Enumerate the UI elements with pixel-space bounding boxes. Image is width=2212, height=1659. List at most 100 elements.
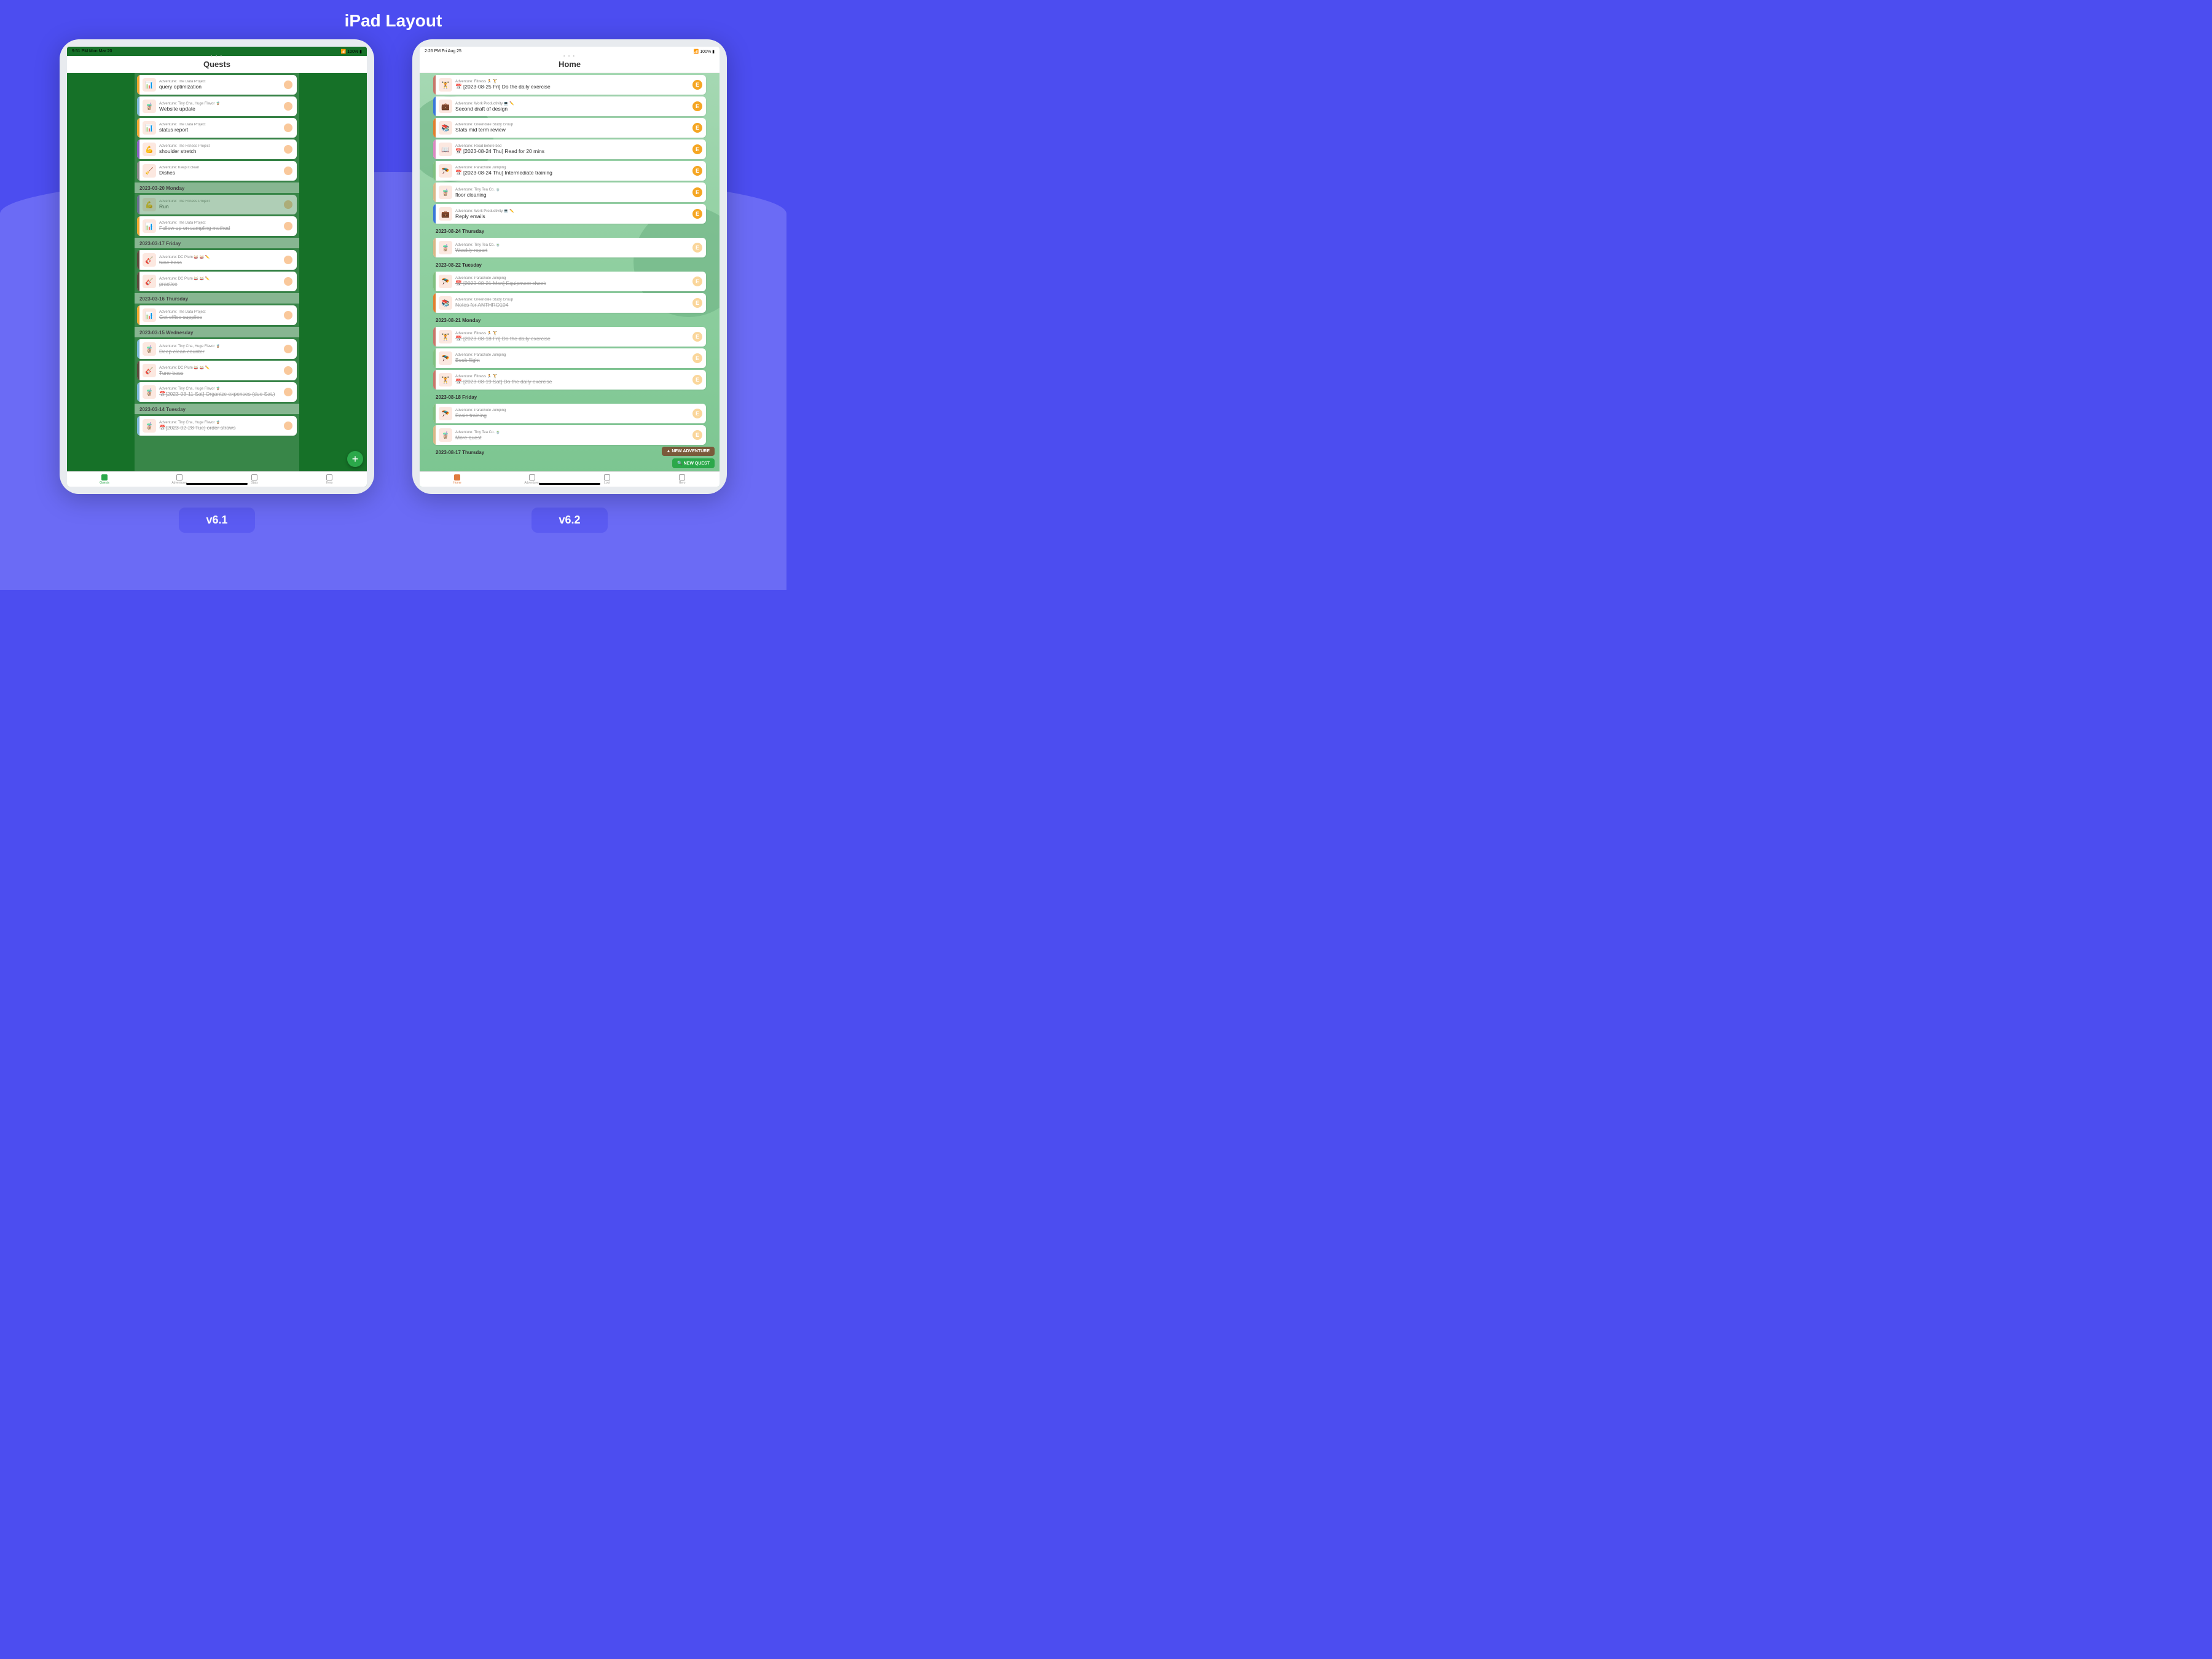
quest-title: 📅 [2023-08-24 Thu] Intermediate training [455,170,692,176]
quest-title: Weekly report [455,247,692,253]
tab-icon [679,474,685,480]
quest-row[interactable]: 🎸Adventure: DC Plum 🥁 🥁 ✏️Tune bass [137,361,297,380]
avatar-icon [283,344,293,354]
date-section-header: 2023-08-21 Monday [431,315,708,325]
quest-icon: 🏋️ [439,78,452,92]
category-stripe [137,161,139,181]
adventure-label: Adventure: Tiny Tea Co. 🍵 [455,187,692,192]
quest-text: Adventure: Tiny Cha, Huge Flavor 🧋Websit… [159,101,283,112]
category-stripe [433,161,436,181]
quest-row[interactable]: 🪂Adventure: Parachute Jumping📅 [2023-08-… [433,161,706,181]
category-stripe [137,250,139,270]
quest-row[interactable]: 🎸Adventure: DC Plum 🥁 🥁 ✏️practice [137,272,297,291]
quest-text: Adventure: Tiny Cha, Huge Flavor 🧋📅[2023… [159,420,283,431]
quest-row[interactable]: 📊Adventure: The Data Projectstatus repor… [137,118,297,138]
quest-row[interactable]: 🧹Adventure: Keep it cleanDishes [137,161,297,181]
quest-row[interactable]: 📚Adventure: Greendale Study GroupStats m… [433,118,706,138]
quest-icon: 🧹 [143,164,156,178]
quest-text: Adventure: Parachute Jumping📅 [2023-08-2… [455,166,692,176]
quest-row[interactable]: 🪂Adventure: Parachute JumpingBook flight… [433,348,706,368]
new-quest-button[interactable]: 🔍 NEW QUEST [672,458,715,468]
exp-badge: E [692,375,702,385]
quest-icon: 🧋 [143,100,156,113]
quest-title: Follow up on sampling method [159,225,283,231]
adventure-label: Adventure: DC Plum 🥁 🥁 ✏️ [159,366,283,370]
home-indicator[interactable] [539,483,600,485]
exp-badge: E [692,166,702,176]
quest-row[interactable]: 🪂Adventure: Parachute Jumping📅 [2023-08-… [433,272,706,291]
quest-list[interactable]: 📊Adventure: The Data Projectquery optimi… [135,73,299,471]
quest-row[interactable]: 🧋Adventure: Tiny Cha, Huge Flavor 🧋Websi… [137,96,297,116]
quest-row[interactable]: 🏋️Adventure: Fitness 🏃 🏋️📅 [2023-08-19 S… [433,370,706,390]
quest-row[interactable]: 📚Adventure: Greendale Study GroupNotes f… [433,293,706,313]
category-stripe [137,305,139,325]
quest-title: 📅 [2023-08-18 Fri] Do the daily exercise [455,335,692,342]
quest-title: Deep clean counter [159,348,283,355]
quest-row[interactable]: 📊Adventure: The Data Projectquery optimi… [137,75,297,95]
quest-row[interactable]: 🪂Adventure: Parachute JumpingBasic train… [433,404,706,423]
tab-icon [529,474,535,480]
adventure-label: Adventure: Tiny Tea Co. 🍵 [455,430,692,434]
quest-row[interactable]: 🏋️Adventure: Fitness 🏃 🏋️📅 [2023-08-18 F… [433,327,706,347]
tab-quests[interactable]: Quests [67,472,142,487]
new-adventure-button[interactable]: ▲ NEW ADVENTURE [662,447,715,456]
adventure-label: Adventure: Tiny Cha, Huge Flavor 🧋 [159,101,283,106]
ipad-row: 9:51 PM Mon Mar 20 📶 100% ▮ Quests 📊Adve… [0,39,786,533]
quest-text: Adventure: The Fitness Projectshoulder s… [159,144,283,154]
quest-row[interactable]: 🧋Adventure: Tiny Cha, Huge Flavor 🧋📅[202… [137,382,297,402]
quest-row[interactable]: 💼Adventure: Work Productivity 💻 ✏️Reply … [433,204,706,224]
quest-list[interactable]: 🏋️Adventure: Fitness 🏃 🏋️📅 [2023-08-25 F… [431,73,708,471]
tab-icon [101,474,108,480]
date-section-header: 2023-08-24 Thursday [431,226,708,236]
quest-row[interactable]: 💼Adventure: Work Productivity 💻 ✏️Second… [433,96,706,116]
quest-title: 📅[2023-02-28 Tue] order straws [159,425,283,431]
quest-title: practice [159,281,283,287]
date-section-header: 2023-08-22 Tuesday [431,259,708,270]
adventure-label: Adventure: DC Plum 🥁 🥁 ✏️ [159,255,283,259]
quest-text: Adventure: The Data ProjectGet office su… [159,310,283,320]
quest-text: Adventure: Greendale Study GroupNotes fo… [455,298,692,308]
quest-row[interactable]: 🧋Adventure: Tiny Tea Co. 🍵More questE [433,425,706,445]
status-battery: 📶 100% ▮ [694,49,715,54]
screen-header: Quests [67,56,367,73]
quest-row[interactable]: 📊Adventure: The Data ProjectGet office s… [137,305,297,325]
quest-row[interactable]: 🧋Adventure: Tiny Tea Co. 🍵Weekly reportE [433,238,706,257]
quest-title: More quest [455,434,692,441]
quest-title: Stats mid term review [455,127,692,133]
quest-row[interactable]: 🎸Adventure: DC Plum 🥁 🥁 ✏️tune bass [137,250,297,270]
quest-row[interactable]: 🧋Adventure: Tiny Cha, Huge Flavor 🧋📅[202… [137,416,297,436]
date-section-header: 2023-03-16 Thursday [135,293,299,304]
avatar-icon [283,101,293,111]
tab-icon [176,474,182,480]
date-section-header: 2023-03-20 Monday [135,182,299,193]
adventure-label: Adventure: Tiny Cha, Huge Flavor 🧋 [159,344,283,348]
quest-row[interactable]: 🧋Adventure: Tiny Cha, Huge Flavor 🧋Deep … [137,339,297,359]
tab-label: Home [453,481,461,485]
category-stripe [433,425,436,445]
avatar-icon [283,421,293,431]
quest-title: shoulder stretch [159,148,283,154]
tab-label: Adventures [524,481,539,485]
quest-icon: 🪂 [439,164,452,178]
home-indicator[interactable] [186,483,248,485]
category-stripe [137,195,139,214]
quest-text: Adventure: DC Plum 🥁 🥁 ✏️Tune bass [159,366,283,376]
category-stripe [433,348,436,368]
quest-row[interactable]: 💪Adventure: The Fitness ProjectRun [137,195,297,214]
add-quest-fab[interactable]: + [347,451,363,467]
page-title: iPad Layout [0,0,786,39]
tab-home[interactable]: Home [420,472,495,487]
tab-hero[interactable]: Hero [292,472,367,487]
tab-hero[interactable]: Hero [645,472,720,487]
tab-icon [604,474,610,480]
status-time: 9:51 PM Mon Mar 20 [72,49,112,53]
quest-row[interactable]: 📖Adventure: Read before bed📅 [2023-08-24… [433,139,706,159]
exp-badge: E [692,276,702,286]
date-section-header: 2023-08-18 Friday [431,391,708,402]
date-section-header: 2023-03-15 Wednesday [135,327,299,337]
quest-row[interactable]: 🏋️Adventure: Fitness 🏃 🏋️📅 [2023-08-25 F… [433,75,706,95]
quest-row[interactable]: 💪Adventure: The Fitness Projectshoulder … [137,139,297,159]
quest-text: Adventure: DC Plum 🥁 🥁 ✏️tune bass [159,255,283,265]
quest-row[interactable]: 🧋Adventure: Tiny Tea Co. 🍵floor cleaning… [433,182,706,202]
quest-row[interactable]: 📊Adventure: The Data ProjectFollow up on… [137,216,297,236]
